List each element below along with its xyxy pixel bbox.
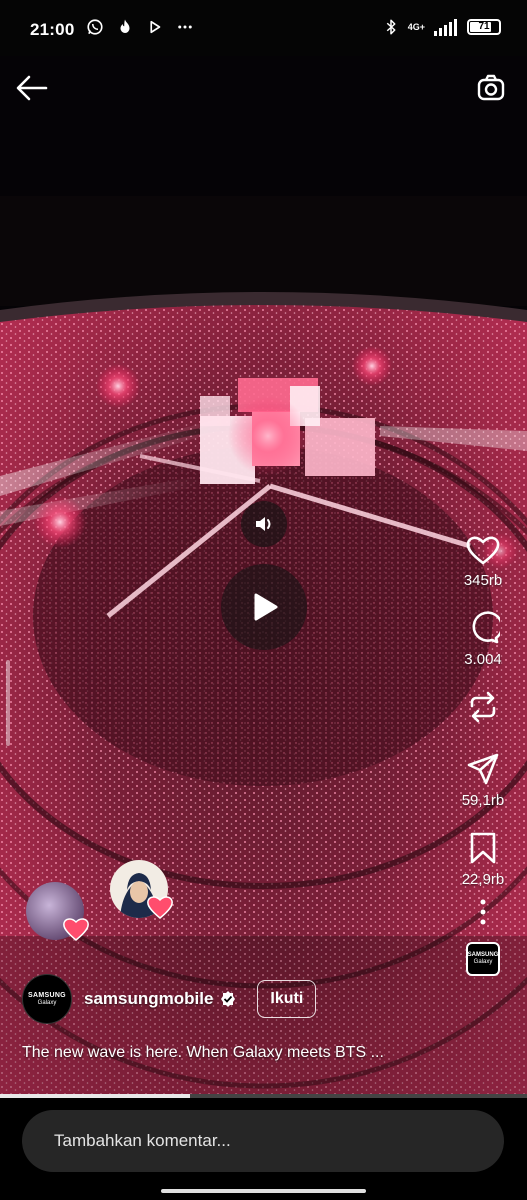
audio-line2: Galaxy [473, 959, 493, 965]
play-icon [150, 20, 161, 34]
camera-icon [477, 74, 505, 101]
status-time: 21:00 [30, 20, 75, 39]
status-bar: 21:00 4G+ 71 [0, 0, 527, 56]
like-count: 345rb [463, 572, 503, 589]
play-icon [254, 593, 278, 621]
send-icon [467, 753, 499, 785]
heart-reaction-icon [147, 896, 173, 919]
audio-line1: SAMSUNG [467, 952, 499, 958]
follow-button[interactable]: Ikuti [257, 980, 317, 1018]
reel-actions: 345rb 3.004 59,1rb 22,9rb SAMSUNG Galaxy [453, 534, 513, 976]
verified-badge-icon [221, 991, 236, 1007]
save-count: 22,9rb [461, 871, 505, 888]
remix-button[interactable] [466, 690, 500, 724]
reaction-bubble-1 [26, 882, 89, 941]
comment-input[interactable] [22, 1110, 504, 1172]
more-dots-icon [178, 25, 192, 29]
repost-icon [470, 691, 496, 723]
account-username[interactable]: samsungmobile [84, 989, 213, 1009]
more-options-icon[interactable] [479, 898, 487, 926]
notification-icons [86, 18, 194, 36]
comment-icon [472, 611, 500, 644]
back-arrow-icon [16, 75, 48, 101]
system-icons: 4G+ 71 [382, 18, 501, 36]
bluetooth-icon [386, 19, 396, 35]
battery-icon: 71 [467, 19, 501, 35]
save-button[interactable]: 22,9rb [461, 831, 505, 888]
avatar-line2: Galaxy [37, 1000, 57, 1006]
avatar-line1: SAMSUNG [28, 992, 66, 999]
comment-bar [0, 1098, 527, 1200]
reel-video[interactable]: 345rb 3.004 59,1rb 22,9rb SAMSUNG Galaxy… [0, 56, 527, 1096]
heart-reaction-icon [63, 918, 89, 941]
sound-toggle-button[interactable] [241, 501, 287, 547]
like-button[interactable]: 345rb [464, 534, 502, 589]
tinder-icon [120, 19, 130, 33]
account-avatar[interactable]: SAMSUNG Galaxy [22, 974, 72, 1024]
comment-button[interactable]: 3.004 [464, 611, 502, 668]
back-button[interactable] [12, 68, 52, 108]
comment-count: 3.004 [464, 651, 502, 668]
camera-button[interactable] [471, 68, 511, 108]
battery-level: 71 [478, 21, 490, 32]
whatsapp-icon [87, 19, 103, 35]
play-button[interactable] [221, 564, 307, 650]
audio-thumbnail[interactable]: SAMSUNG Galaxy [466, 942, 500, 976]
home-indicator[interactable] [161, 1189, 366, 1193]
speaker-icon [256, 517, 271, 531]
share-count: 59,1rb [461, 792, 505, 809]
network-type: 4G+ [407, 21, 425, 32]
reel-caption[interactable]: The new wave is here. When Galaxy meets … [22, 1044, 462, 1062]
heart-icon [466, 536, 500, 565]
reaction-bubble-2 [110, 860, 173, 919]
side-scroll-indicator [6, 660, 10, 746]
share-button[interactable]: 59,1rb [461, 752, 505, 809]
bookmark-icon [470, 832, 496, 864]
signal-icon [434, 19, 457, 36]
account-row: SAMSUNG Galaxy samsungmobile Ikuti [22, 974, 317, 1024]
